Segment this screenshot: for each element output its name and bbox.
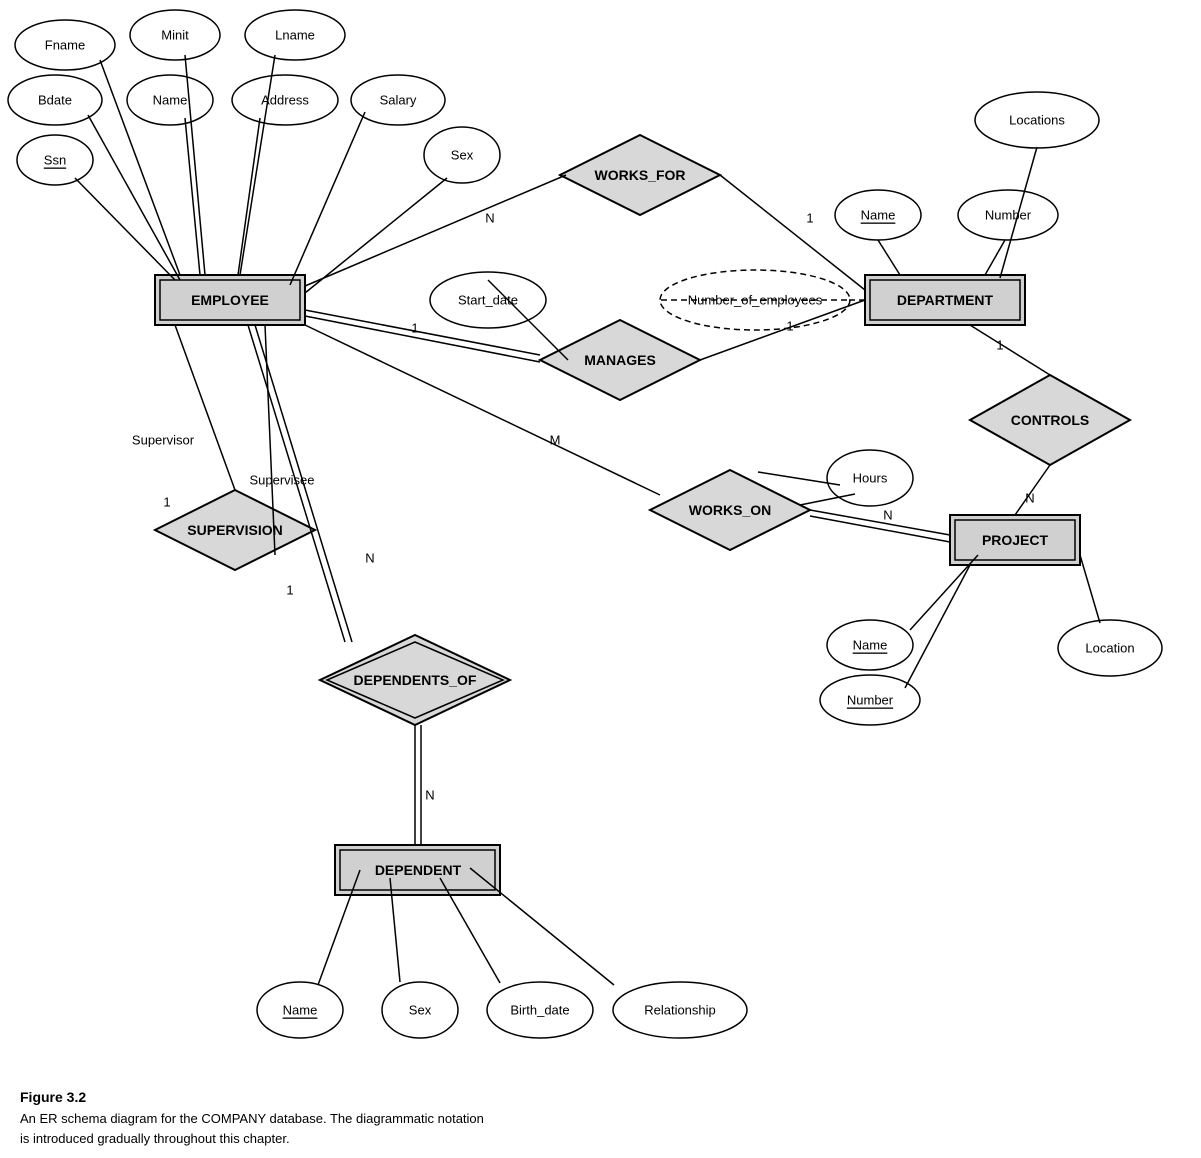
svg-text:Minit: Minit	[161, 28, 189, 43]
svg-text:Name: Name	[283, 1003, 318, 1018]
svg-text:Name: Name	[153, 93, 188, 108]
svg-text:1: 1	[163, 495, 170, 510]
svg-text:EMPLOYEE: EMPLOYEE	[191, 292, 269, 308]
svg-text:Name: Name	[861, 208, 896, 223]
svg-text:Birth_date: Birth_date	[510, 1003, 569, 1018]
svg-text:M: M	[550, 433, 561, 448]
svg-text:Number: Number	[847, 693, 894, 708]
svg-text:Ssn: Ssn	[44, 153, 66, 168]
svg-text:Location: Location	[1085, 641, 1134, 656]
svg-text:Lname: Lname	[275, 28, 315, 43]
svg-text:Sex: Sex	[451, 148, 474, 163]
svg-text:WORKS_ON: WORKS_ON	[689, 502, 771, 518]
svg-text:N: N	[485, 211, 494, 226]
svg-text:Bdate: Bdate	[38, 93, 72, 108]
svg-text:1: 1	[286, 583, 293, 598]
svg-text:N: N	[425, 788, 434, 803]
svg-text:DEPENDENTS_OF: DEPENDENTS_OF	[354, 672, 477, 688]
svg-text:Sex: Sex	[409, 1003, 432, 1018]
svg-text:1: 1	[996, 338, 1003, 353]
svg-text:Supervisor: Supervisor	[132, 433, 195, 448]
svg-text:WORKS_FOR: WORKS_FOR	[595, 167, 686, 183]
svg-text:Name: Name	[853, 638, 888, 653]
svg-text:N: N	[883, 508, 892, 523]
svg-text:Hours: Hours	[853, 471, 888, 486]
figure-title: Figure 3.2	[20, 1089, 720, 1105]
svg-text:Locations: Locations	[1009, 113, 1065, 128]
svg-text:1: 1	[411, 321, 418, 336]
svg-text:DEPENDENT: DEPENDENT	[375, 862, 462, 878]
svg-text:CONTROLS: CONTROLS	[1011, 412, 1090, 428]
svg-text:N: N	[1025, 491, 1034, 506]
svg-text:1: 1	[806, 211, 813, 226]
svg-text:PROJECT: PROJECT	[982, 532, 1049, 548]
svg-text:Relationship: Relationship	[644, 1003, 716, 1018]
svg-text:Fname: Fname	[45, 38, 85, 53]
caption-text-line1: An ER schema diagram for the COMPANY dat…	[20, 1109, 720, 1129]
caption-text-line2: is introduced gradually throughout this …	[20, 1129, 720, 1149]
er-diagram-container: .entity { fill: #d0d0d0; stroke: #000; s…	[0, 0, 1201, 1090]
figure-caption: Figure 3.2 An ER schema diagram for the …	[20, 1089, 720, 1148]
svg-text:Salary: Salary	[380, 93, 417, 108]
svg-text:N: N	[365, 551, 374, 566]
svg-text:DEPARTMENT: DEPARTMENT	[897, 292, 994, 308]
svg-text:MANAGES: MANAGES	[584, 352, 656, 368]
svg-text:Number: Number	[985, 208, 1032, 223]
svg-text:SUPERVISION: SUPERVISION	[187, 522, 282, 538]
svg-text:1: 1	[786, 319, 793, 334]
